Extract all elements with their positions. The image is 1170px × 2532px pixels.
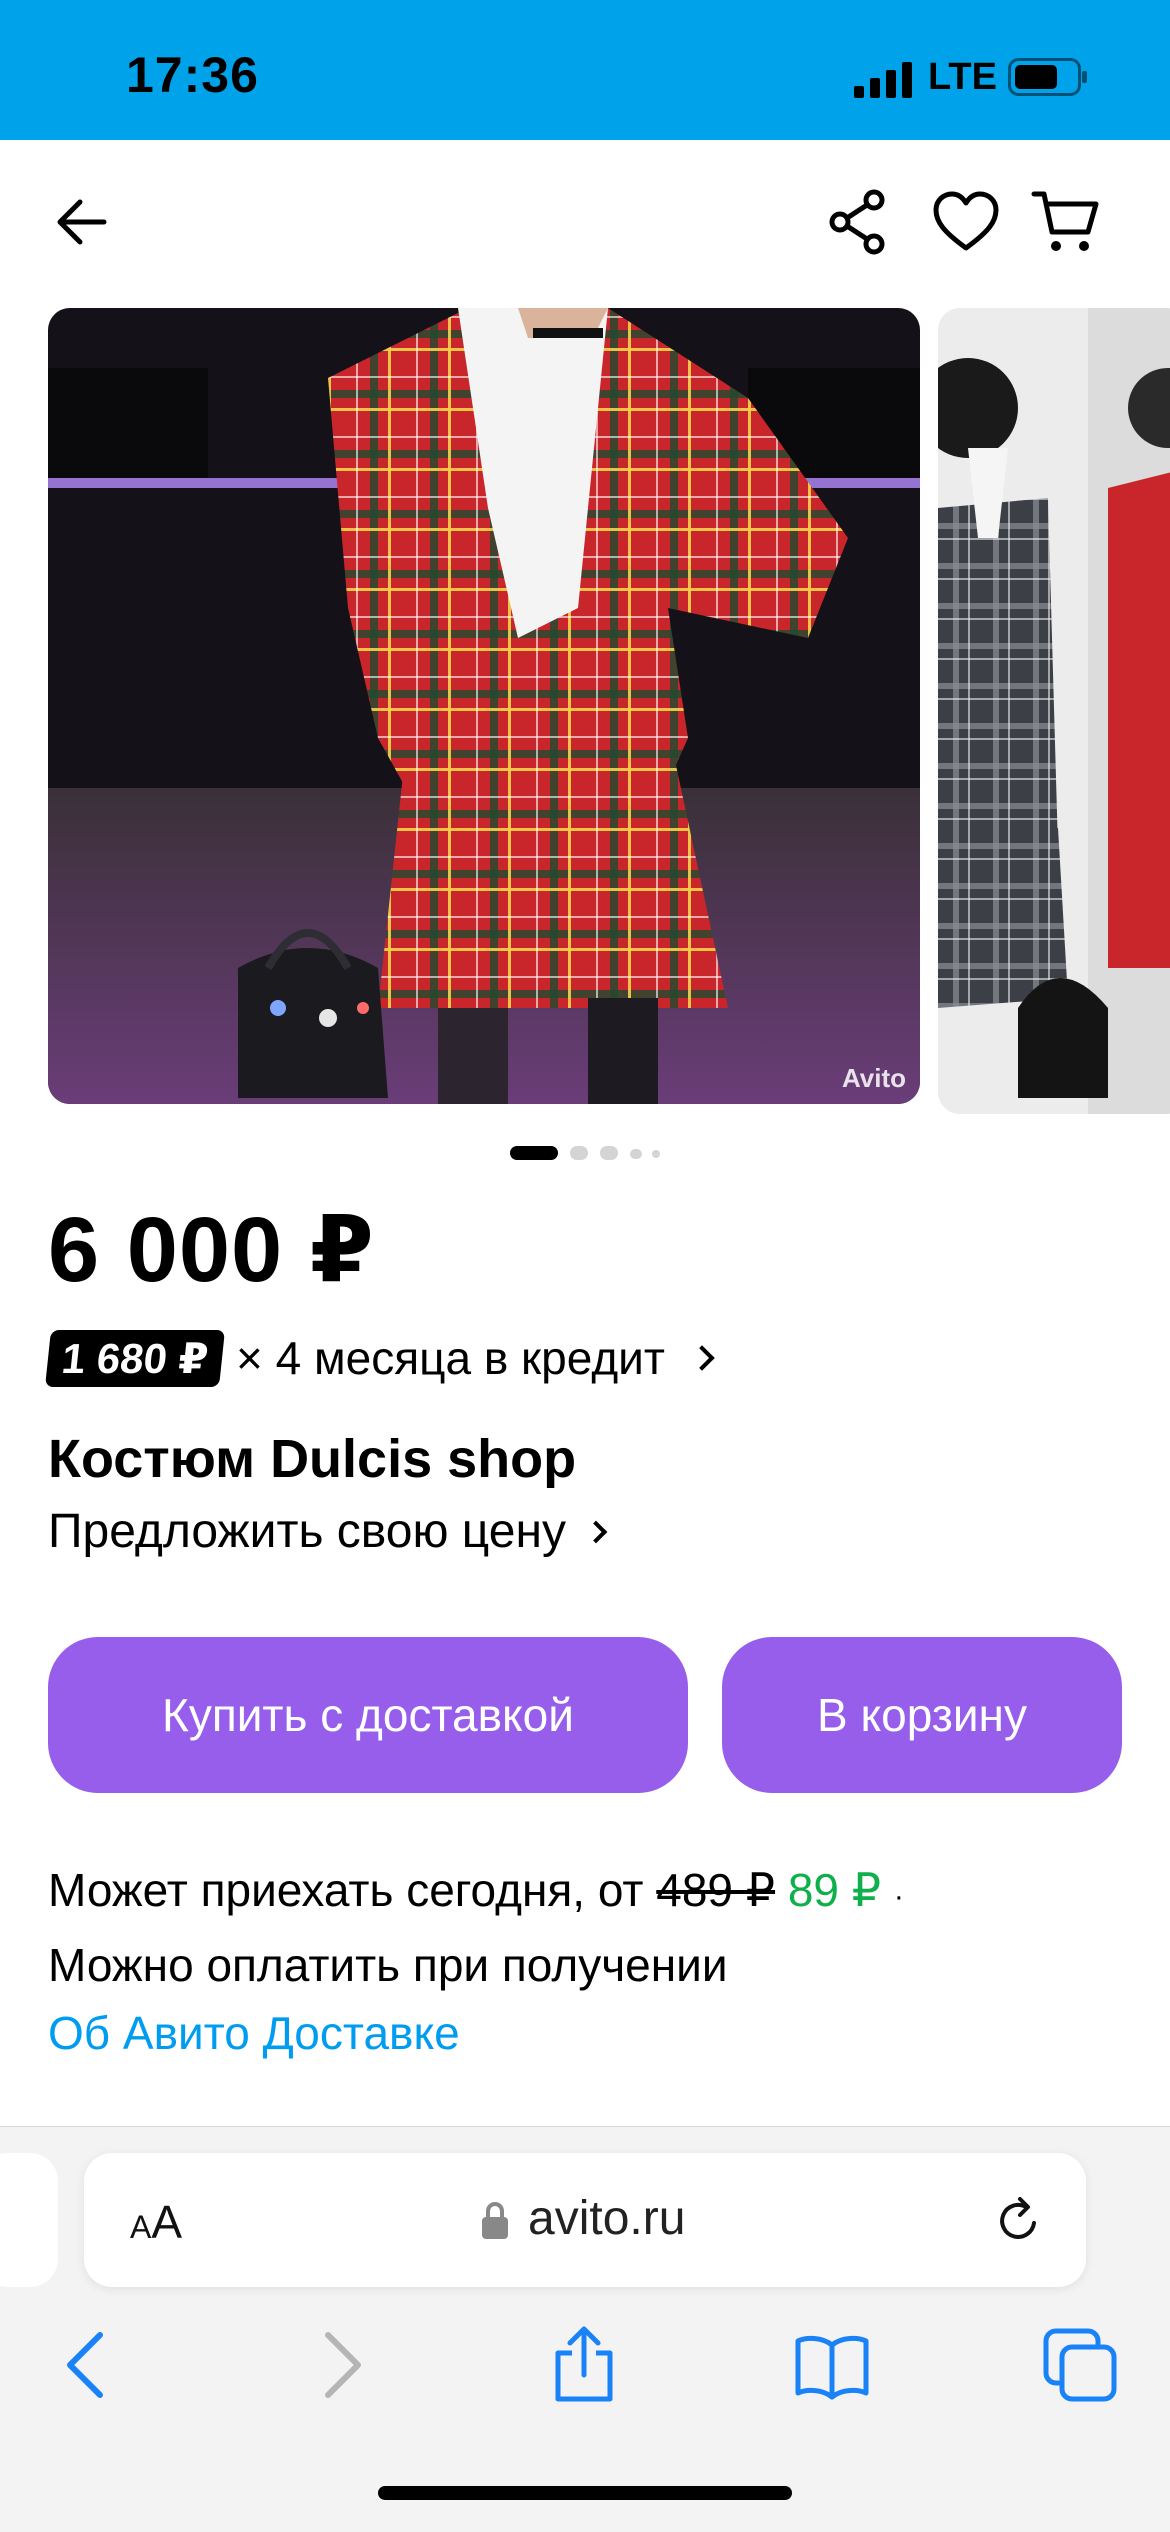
text-size-small: A: [130, 2209, 152, 2245]
cart-icon[interactable]: [1030, 186, 1102, 258]
address-bar[interactable]: AA avito.ru: [84, 2153, 1086, 2287]
delivery-info: Может приехать сегодня, от 489 ₽ 89 ₽ · …: [48, 1856, 904, 2067]
forward-icon[interactable]: [300, 2325, 380, 2405]
text-size-button[interactable]: AA: [130, 2195, 182, 2249]
heart-icon[interactable]: [930, 186, 1002, 258]
home-indicator: [378, 2486, 792, 2500]
top-nav: [0, 140, 1170, 300]
credit-text: × 4 месяца в кредит: [236, 1332, 665, 1384]
page-dot: [630, 1149, 642, 1159]
chevron-right-icon: [689, 1345, 715, 1371]
about-delivery-link[interactable]: Об Авито Доставке: [48, 1999, 904, 2067]
previous-tab-preview[interactable]: [0, 2153, 58, 2287]
tabs-icon[interactable]: [1040, 2325, 1120, 2405]
page-dot-active: [510, 1146, 558, 1160]
status-bar: 17:36 LTE: [0, 0, 1170, 140]
bookmarks-icon[interactable]: [792, 2325, 872, 2405]
photo-gallery[interactable]: Avito: [0, 308, 1170, 1114]
delivery-separator: ·: [893, 1880, 904, 1913]
url-text: avito.ru: [528, 2192, 686, 2245]
credit-badge: 1 680 ₽: [45, 1329, 225, 1387]
delivery-arrival: Может приехать сегодня, от 489 ₽ 89 ₽ ·: [48, 1856, 904, 1931]
product-title: Костюм Dulcis shop: [48, 1429, 577, 1489]
credit-offer[interactable]: 1 680 ₽ × 4 месяца в кредит: [45, 1326, 715, 1390]
lock-icon: [482, 2202, 508, 2239]
watermark: Avito: [841, 1063, 906, 1093]
add-to-cart-button[interactable]: В корзину: [722, 1637, 1122, 1793]
text-size-large: A: [151, 2196, 183, 2248]
share-icon[interactable]: [822, 186, 894, 258]
delivery-new-price: 89 ₽: [787, 1864, 882, 1916]
page-dot: [600, 1146, 618, 1160]
back-icon[interactable]: [48, 2325, 128, 2405]
chevron-right-icon: [584, 1520, 608, 1543]
browser-toolbar: AA avito.ru: [0, 2126, 1170, 2532]
page-dot: [652, 1150, 660, 1158]
status-time: 17:36: [126, 47, 259, 103]
delivery-arrival-text: Может приехать сегодня, от: [48, 1864, 644, 1916]
buy-with-delivery-button[interactable]: Купить с доставкой: [48, 1637, 688, 1793]
battery-icon: [1008, 58, 1087, 96]
product-price: 6 000 ₽: [48, 1199, 375, 1301]
reload-icon[interactable]: [990, 2193, 1046, 2249]
arrow-left-icon[interactable]: [48, 186, 120, 258]
product-photo[interactable]: Avito: [48, 308, 920, 1104]
gallery-pagination: [0, 1140, 1170, 1164]
network-label: LTE: [928, 56, 997, 98]
page-dot: [570, 1146, 588, 1160]
product-photo-next[interactable]: [938, 308, 1170, 1114]
pay-on-receipt: Можно оплатить при получении: [48, 1939, 728, 1991]
share-sheet-icon[interactable]: [544, 2325, 624, 2405]
delivery-old-price: 489 ₽: [656, 1864, 776, 1916]
offer-price-link[interactable]: Предложить свою цену: [48, 1504, 608, 1559]
signal-icon: [854, 62, 912, 98]
offer-price-label: Предложить свою цену: [48, 1505, 566, 1558]
